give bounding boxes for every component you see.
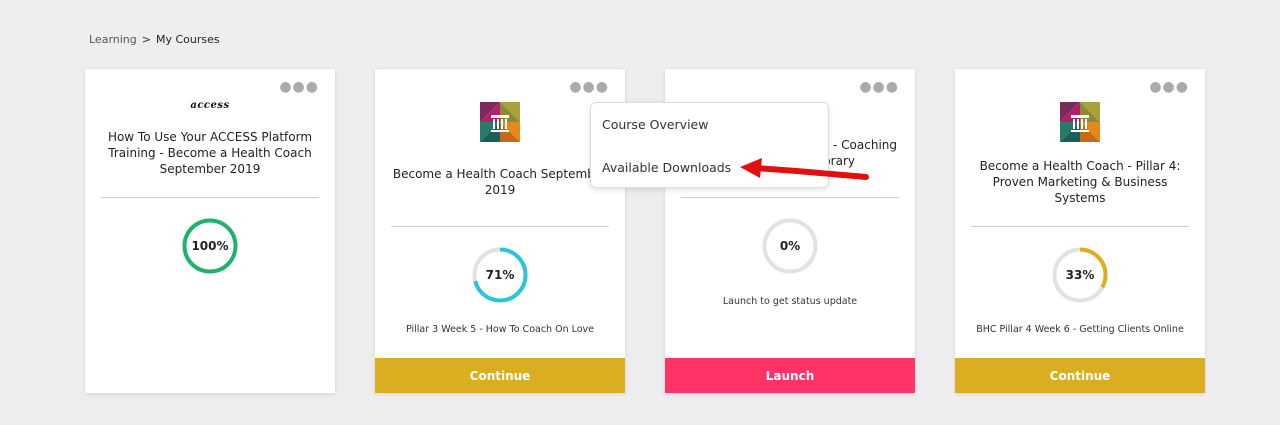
progress-label: 71%: [485, 268, 515, 282]
more-options-icon[interactable]: ●●●: [859, 80, 899, 94]
menu-item-available-downloads[interactable]: Available Downloads: [602, 160, 731, 175]
progress-label: 0%: [779, 239, 801, 253]
status-text: BHC Pillar 4 Week 6 - Getting Clients On…: [976, 324, 1184, 335]
breadcrumb-learning-link[interactable]: Learning: [89, 33, 137, 46]
breadcrumb: Learning > My Courses: [89, 33, 220, 46]
more-options-icon[interactable]: ●●●: [279, 80, 319, 94]
card-divider: [101, 197, 319, 198]
progress-label: 33%: [1065, 268, 1095, 282]
pillar-logo-icon: [480, 102, 520, 142]
continue-button[interactable]: Continue: [955, 358, 1205, 393]
more-options-icon[interactable]: ●●●: [569, 80, 609, 94]
more-options-icon[interactable]: ●●●: [1149, 80, 1189, 94]
course-card: ●●● Become a Health Coach September 2019…: [375, 69, 625, 393]
progress-label: 100%: [191, 239, 229, 253]
annotation-arrow-icon: [740, 158, 869, 180]
course-title: Become a Health Coach September 2019: [392, 167, 608, 197]
card-divider: [391, 226, 609, 227]
course-title-line1: - Coaching: [833, 138, 897, 152]
access-logo: access: [190, 100, 230, 111]
course-title: Become a Health Coach - Pillar 4: Proven…: [979, 159, 1181, 205]
breadcrumb-current: My Courses: [155, 33, 220, 46]
course-title: How To Use Your ACCESS Platform Training…: [107, 130, 313, 176]
launch-button[interactable]: Launch: [665, 358, 915, 393]
card-divider: [971, 226, 1189, 227]
status-text: Pillar 3 Week 5 - How To Coach On Love: [405, 324, 595, 335]
course-card: ●●● Become a Health Coach - Pillar 4: Pr…: [955, 69, 1205, 393]
course-card: ●●● access How To Use Your ACCESS Platfo…: [85, 69, 335, 393]
menu-item-course-overview[interactable]: Course Overview: [602, 117, 708, 132]
continue-button[interactable]: Continue: [375, 358, 625, 393]
breadcrumb-separator: >: [141, 33, 151, 46]
status-text: Launch to get status update: [722, 296, 858, 307]
card-divider: [681, 197, 899, 198]
pillar-logo-icon: [1060, 102, 1100, 142]
